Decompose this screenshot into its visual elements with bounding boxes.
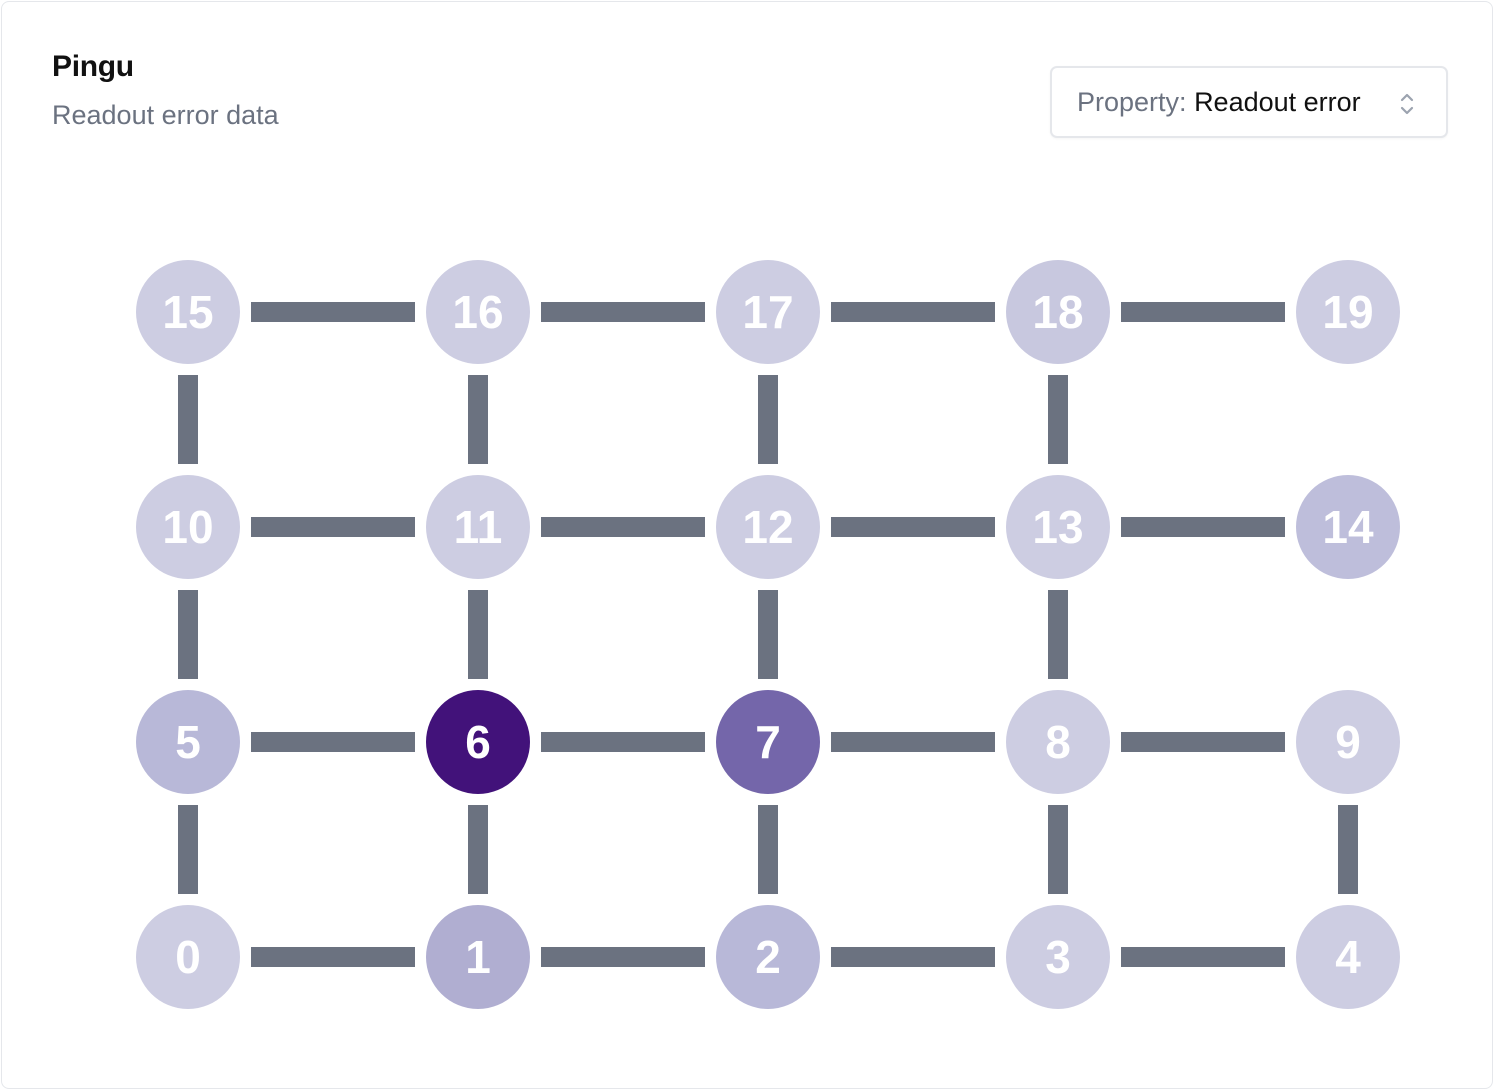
qubit-label: 13 (1032, 501, 1083, 553)
qubit-node-3[interactable]: 3 (1006, 905, 1110, 1009)
qubit-label: 10 (162, 501, 213, 553)
qubit-label: 6 (465, 716, 491, 768)
qubit-label: 8 (1045, 716, 1071, 768)
qubit-topology-graph: 15 16 17 18 1910 11 12 13 145 6 7 8 90 1 2 3 4 (136, 260, 1400, 1009)
qubit-node-0[interactable]: 0 (136, 905, 240, 1009)
qubit-node-14[interactable]: 14 (1296, 475, 1400, 579)
qubit-node-8[interactable]: 8 (1006, 690, 1110, 794)
qubit-node-10[interactable]: 10 (136, 475, 240, 579)
edges-layer (178, 302, 1358, 967)
qubit-label: 5 (175, 716, 201, 768)
qubit-label: 2 (755, 931, 781, 983)
qubit-label: 11 (454, 501, 503, 553)
qubit-label: 3 (1045, 931, 1071, 983)
qubit-label: 9 (1335, 716, 1361, 768)
qubit-label: 15 (162, 286, 213, 338)
qubit-node-1[interactable]: 1 (426, 905, 530, 1009)
qubit-label: 7 (755, 716, 781, 768)
qubit-label: 12 (742, 501, 793, 553)
qubit-node-5[interactable]: 5 (136, 690, 240, 794)
qubit-node-17[interactable]: 17 (716, 260, 820, 364)
qubit-node-12[interactable]: 12 (716, 475, 820, 579)
qubit-node-7[interactable]: 7 (716, 690, 820, 794)
qubit-node-15[interactable]: 15 (136, 260, 240, 364)
qubit-node-18[interactable]: 18 (1006, 260, 1110, 364)
qubit-label: 14 (1322, 501, 1374, 553)
qubit-node-19[interactable]: 19 (1296, 260, 1400, 364)
qubit-node-4[interactable]: 4 (1296, 905, 1400, 1009)
qubit-label: 4 (1335, 931, 1361, 983)
qubit-node-9[interactable]: 9 (1296, 690, 1400, 794)
qubit-label: 17 (742, 286, 793, 338)
qubit-label: 18 (1032, 286, 1083, 338)
qubit-node-2[interactable]: 2 (716, 905, 820, 1009)
qubit-label: 0 (175, 931, 201, 983)
qubit-label: 1 (465, 931, 491, 983)
qubit-node-11[interactable]: 11 (426, 475, 530, 579)
qubit-label: 16 (452, 286, 503, 338)
qubit-node-13[interactable]: 13 (1006, 475, 1110, 579)
qubit-node-6[interactable]: 6 (426, 690, 530, 794)
qubit-node-16[interactable]: 16 (426, 260, 530, 364)
qubit-label: 19 (1322, 286, 1373, 338)
